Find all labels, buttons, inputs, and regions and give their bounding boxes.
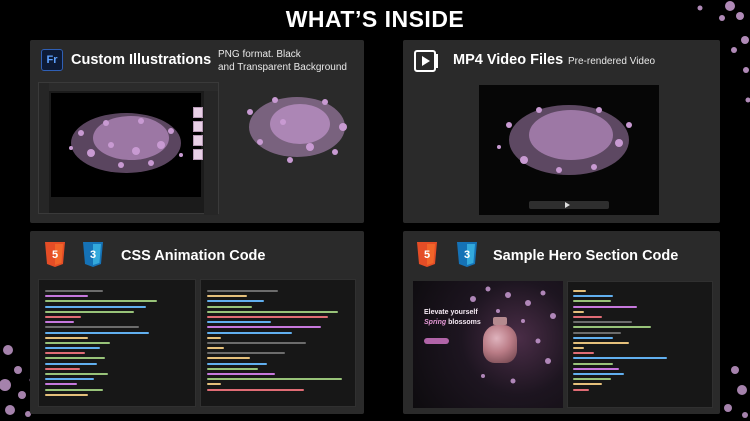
css-code-title: CSS Animation Code (121, 248, 266, 264)
illustration-app-window (38, 82, 219, 215)
illustrations-subtitle-line1: PNG format. Black (218, 49, 301, 60)
illustrations-card: Fr Custom Illustrations PNG format. Blac… (30, 40, 364, 223)
video-play-icon (414, 50, 438, 72)
video-subtitle: Pre-rendered Video (568, 56, 656, 67)
page-title: WHAT’S INSIDE (285, 6, 465, 32)
css-code-panel (200, 279, 356, 407)
hero-petals (470, 286, 556, 384)
svg-text:3: 3 (464, 249, 470, 261)
html5-icon: 5 (45, 242, 65, 267)
app-side-panel (204, 91, 218, 215)
hero-cta-button[interactable] (424, 338, 449, 344)
css-code-card: 5 3 CSS Animation Code (30, 231, 364, 414)
canvas-petals (69, 113, 183, 173)
video-preview (479, 85, 659, 215)
hero-heading-accent: Spring (424, 319, 447, 326)
app-topbar (39, 83, 218, 91)
fresco-icon: Fr (41, 49, 63, 71)
hero-code-card: 5 3 Sample Hero Section Code Elevate you… (403, 231, 720, 414)
transparent-petal-cluster (247, 97, 347, 163)
svg-text:3: 3 (90, 249, 96, 261)
video-card: MP4 Video Files Pre-rendered Video (403, 40, 720, 223)
illustrations-subtitle-line2: and Transparent Background (218, 62, 347, 73)
html-code-panel (38, 279, 196, 407)
play-icon[interactable] (565, 202, 570, 208)
app-canvas (51, 93, 201, 197)
layer-thumbnail (193, 149, 203, 160)
illustrations-title: Custom Illustrations (71, 52, 212, 68)
svg-text:5: 5 (52, 249, 58, 261)
hero-code-panel (567, 281, 713, 408)
video-controls[interactable] (529, 201, 609, 209)
hero-heading-line1: Elevate yourself (424, 309, 478, 316)
video-petals (497, 105, 632, 175)
layer-thumbnail (193, 121, 203, 132)
layer-thumbnail (193, 107, 203, 118)
hero-heading-rest: blossoms (446, 319, 481, 326)
hero-code-title: Sample Hero Section Code (493, 248, 679, 264)
html5-icon: 5 (417, 242, 437, 267)
svg-text:5: 5 (424, 249, 430, 261)
app-tool-strip (39, 83, 49, 213)
css3-icon: 3 (457, 242, 477, 267)
layer-thumbnail (193, 135, 203, 146)
hero-preview: Elevate yourself Spring blossoms (413, 281, 563, 408)
hero-heading-line2: Spring blossoms (424, 318, 481, 328)
css3-icon: 3 (83, 242, 103, 267)
video-title: MP4 Video Files (453, 52, 564, 68)
